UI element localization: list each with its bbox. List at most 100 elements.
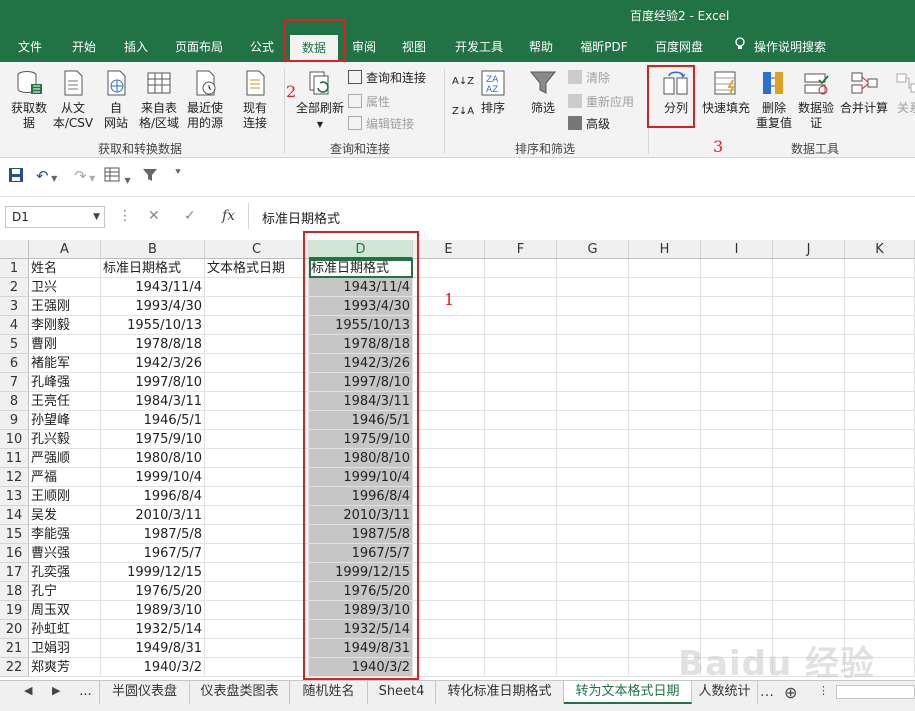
clear-filter-button[interactable]: 清除 [568,68,610,88]
column-header-e[interactable]: E [413,240,485,259]
cell[interactable]: 1997/8/10 [101,373,205,392]
cell[interactable] [413,582,485,601]
cell[interactable] [557,335,629,354]
cancel-icon[interactable]: ✕ [148,208,160,224]
tab-developer[interactable]: 开发工具 [446,32,512,62]
cell[interactable] [485,620,557,639]
cell[interactable] [845,544,915,563]
cell[interactable] [485,278,557,297]
cell[interactable] [773,449,845,468]
cell[interactable] [413,506,485,525]
sheet-tab[interactable]: 半圆仪表盘 [100,681,190,704]
cell[interactable]: 孔宁 [29,582,101,601]
cell[interactable] [557,506,629,525]
cell[interactable] [773,487,845,506]
cell[interactable] [205,544,309,563]
cell[interactable] [701,563,773,582]
cell[interactable] [845,582,915,601]
cell[interactable] [629,411,701,430]
cell[interactable] [845,316,915,335]
recent-sources-button[interactable]: 最近使 用的源 [184,68,226,131]
cell[interactable]: 2010/3/11 [101,506,205,525]
insert-function-icon[interactable]: fx [222,208,235,224]
cell[interactable] [205,354,309,373]
add-sheet-icon[interactable]: ⊕ [784,683,797,702]
cell[interactable] [485,525,557,544]
cell[interactable] [205,297,309,316]
cell[interactable] [773,506,845,525]
cell[interactable]: 1976/5/20 [101,582,205,601]
column-header-g[interactable]: G [557,240,629,259]
cell[interactable] [629,487,701,506]
row-header[interactable]: 22 [0,658,29,677]
sheet-tab[interactable]: 随机姓名 [290,681,368,704]
cell[interactable] [701,468,773,487]
tab-baidu-netdisk[interactable]: 百度网盘 [646,32,712,62]
column-header-a[interactable]: A [29,240,101,259]
cell[interactable] [845,430,915,449]
cell[interactable]: 1946/5/1 [101,411,205,430]
row-header[interactable]: 6 [0,354,29,373]
cell[interactable] [485,354,557,373]
cell[interactable] [413,468,485,487]
cell[interactable] [557,487,629,506]
cell[interactable] [557,544,629,563]
cell[interactable] [557,316,629,335]
cell[interactable] [205,582,309,601]
tab-page-layout[interactable]: 页面布局 [166,32,232,62]
row-header[interactable]: 10 [0,430,29,449]
cell[interactable] [773,335,845,354]
column-header-i[interactable]: I [701,240,773,259]
cell[interactable] [485,335,557,354]
customize-qat-icon[interactable]: ⯆ [174,167,182,185]
cell[interactable] [701,525,773,544]
cell[interactable] [773,316,845,335]
row-header[interactable]: 12 [0,468,29,487]
column-header-b[interactable]: B [101,240,205,259]
row-header[interactable]: 7 [0,373,29,392]
cell[interactable] [629,582,701,601]
cell[interactable] [413,639,485,658]
cell[interactable] [413,620,485,639]
cell[interactable] [485,658,557,677]
cell[interactable]: 1975/9/10 [101,430,205,449]
cell[interactable] [205,468,309,487]
cell[interactable] [413,373,485,392]
cell[interactable]: 1996/8/4 [101,487,205,506]
cell[interactable] [629,506,701,525]
cell[interactable] [205,373,309,392]
cell[interactable]: 1999/10/4 [101,468,205,487]
cell[interactable]: 王亮任 [29,392,101,411]
cell[interactable] [413,601,485,620]
cell[interactable] [413,525,485,544]
cell[interactable]: 1984/3/11 [101,392,205,411]
cell[interactable] [413,354,485,373]
cell[interactable] [701,354,773,373]
cell[interactable]: 1942/3/26 [101,354,205,373]
cell[interactable] [629,316,701,335]
cell[interactable] [773,601,845,620]
cell[interactable] [205,601,309,620]
column-header-h[interactable]: H [629,240,701,259]
cell[interactable] [413,658,485,677]
tab-foxit-pdf[interactable]: 福昕PDF [572,32,636,62]
consolidate-button[interactable]: 合并计算 [838,68,890,116]
cell[interactable] [773,297,845,316]
cell[interactable]: 李能强 [29,525,101,544]
save-icon[interactable] [8,167,24,185]
horizontal-scrollbar[interactable] [836,685,915,699]
name-box[interactable]: D1 ▼ [5,206,105,228]
cell[interactable] [485,487,557,506]
cell[interactable] [205,487,309,506]
sort-asc-button[interactable]: A↓Z [452,72,474,92]
cell[interactable] [701,259,773,278]
cell[interactable] [773,544,845,563]
cell[interactable] [205,392,309,411]
cell[interactable] [629,297,701,316]
cell[interactable]: 严福 [29,468,101,487]
cell[interactable] [485,392,557,411]
cell[interactable]: 孔兴毅 [29,430,101,449]
row-header[interactable]: 18 [0,582,29,601]
cell[interactable] [557,620,629,639]
queries-connections-button[interactable]: 查询和连接 [348,68,426,88]
